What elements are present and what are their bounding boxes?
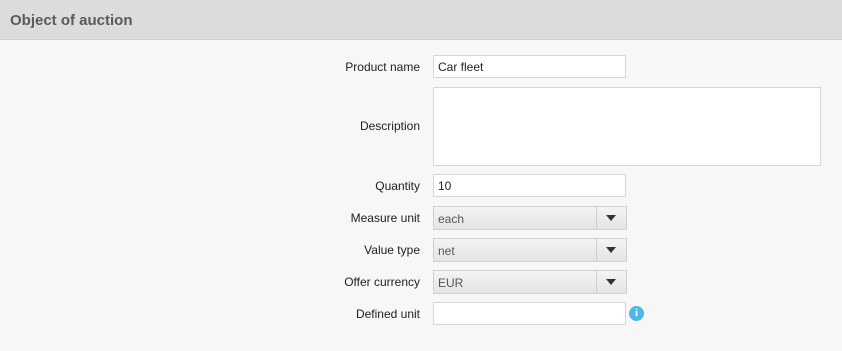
description-textarea[interactable] (433, 87, 821, 166)
offer-currency-value: EUR (438, 276, 464, 290)
offer-currency-label: Offer currency (344, 275, 420, 289)
quantity-input[interactable] (433, 174, 626, 197)
panel-title: Object of auction (10, 12, 133, 29)
panel-header: Object of auction (0, 0, 842, 40)
measure-unit-value: each (438, 212, 465, 226)
info-icon[interactable]: i (629, 306, 644, 321)
value-type-label: Value type (364, 243, 420, 257)
offer-currency-dropdown-button[interactable] (596, 271, 626, 293)
defined-unit-label: Defined unit (355, 307, 420, 321)
product-name-input[interactable] (433, 55, 626, 78)
product-name-label: Product name (345, 60, 420, 74)
measure-unit-label: Measure unit (350, 211, 420, 225)
offer-currency-select[interactable]: EUR (433, 270, 627, 294)
chevron-down-icon (606, 247, 616, 253)
measure-unit-dropdown-button[interactable] (596, 207, 626, 229)
value-type-select[interactable]: net (433, 238, 627, 262)
value-type-value: net (438, 244, 455, 258)
description-label: Description (359, 119, 420, 133)
measure-unit-select[interactable]: each (433, 206, 627, 230)
chevron-down-icon (606, 279, 616, 285)
value-type-dropdown-button[interactable] (596, 239, 626, 261)
quantity-label: Quantity (375, 179, 420, 193)
chevron-down-icon (606, 215, 616, 221)
defined-unit-input[interactable] (433, 302, 626, 325)
